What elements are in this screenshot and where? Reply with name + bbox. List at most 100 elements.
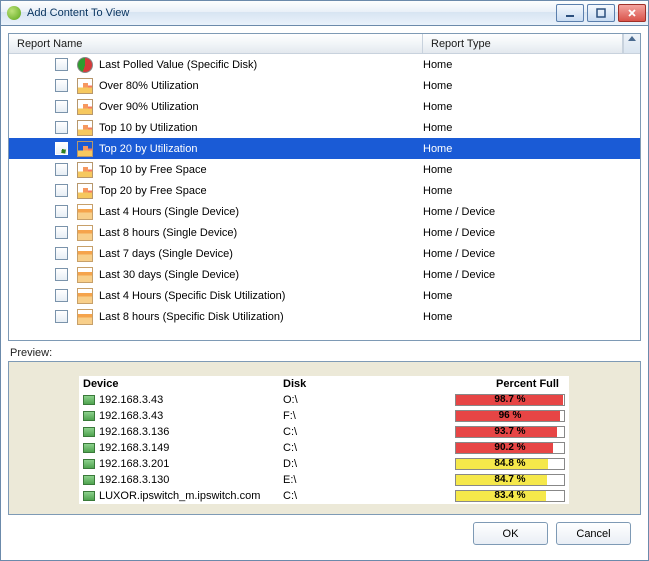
cancel-button[interactable]: Cancel <box>556 522 631 545</box>
list-row[interactable]: Last Polled Value (Specific Disk)Home <box>9 54 640 75</box>
preview-device: 192.168.3.43 <box>99 410 163 422</box>
preview-device: 192.168.3.201 <box>99 458 169 470</box>
list-row[interactable]: Over 90% UtilizationHome <box>9 96 640 117</box>
close-button[interactable] <box>618 4 646 22</box>
row-name: Top 20 by Utilization <box>99 143 423 155</box>
percent-label: 83.4 % <box>456 491 564 501</box>
pie-icon <box>77 57 93 73</box>
preview-device: 192.168.3.43 <box>99 394 163 406</box>
row-checkbox[interactable] <box>55 226 68 239</box>
row-checkbox[interactable] <box>55 184 68 197</box>
minimize-button[interactable] <box>556 4 584 22</box>
percent-bar: 83.4 % <box>455 490 565 502</box>
percent-bar: 84.7 % <box>455 474 565 486</box>
bar-icon <box>77 141 93 157</box>
dialog-window: Add Content To View Report Name Report T… <box>0 0 649 561</box>
row-name: Last 4 Hours (Single Device) <box>99 206 423 218</box>
device-icon <box>83 395 95 405</box>
list-row[interactable]: Top 20 by UtilizationHome <box>9 138 640 159</box>
percent-bar: 98.7 % <box>455 394 565 406</box>
maximize-button[interactable] <box>587 4 615 22</box>
device-icon <box>83 491 95 501</box>
column-header-type[interactable]: Report Type <box>423 34 623 53</box>
percent-bar: 90.2 % <box>455 442 565 454</box>
percent-label: 84.8 % <box>456 459 564 469</box>
device-icon <box>83 411 95 421</box>
preview-row: 192.168.3.43 F:\ 96 % <box>79 408 569 424</box>
percent-label: 98.7 % <box>456 395 564 405</box>
dialog-footer: OK Cancel <box>8 515 641 553</box>
titlebar[interactable]: Add Content To View <box>1 1 648 26</box>
row-checkbox[interactable] <box>55 310 68 323</box>
device-icon <box>83 443 95 453</box>
row-checkbox[interactable] <box>55 58 68 71</box>
preview-disk: F:\ <box>283 410 403 422</box>
row-type: Home <box>423 122 640 134</box>
area-icon <box>77 204 93 220</box>
chevron-up-icon[interactable] <box>628 36 636 41</box>
ok-button[interactable]: OK <box>473 522 548 545</box>
preview-row: 192.168.3.43O:\98.7 % <box>79 392 569 408</box>
row-type: Home <box>423 143 640 155</box>
percent-bar: 96 % <box>455 410 565 422</box>
row-name: Last 8 hours (Specific Disk Utilization) <box>99 311 423 323</box>
area-icon <box>77 267 93 283</box>
app-icon <box>7 6 21 20</box>
list-row[interactable]: Last 8 hours (Single Device)Home / Devic… <box>9 222 640 243</box>
list-row[interactable]: Last 30 days (Single Device)Home / Devic… <box>9 264 640 285</box>
scrollbar-header <box>623 34 640 53</box>
percent-label: 90.2 % <box>456 443 564 453</box>
row-name: Last 8 hours (Single Device) <box>99 227 423 239</box>
list-row[interactable]: Last 7 days (Single Device)Home / Device <box>9 243 640 264</box>
list-header: Report Name Report Type <box>9 34 640 54</box>
row-checkbox[interactable] <box>55 163 68 176</box>
percent-label: 93.7 % <box>456 427 564 437</box>
preview-device: 192.168.3.149 <box>99 442 169 454</box>
row-checkbox[interactable] <box>55 100 68 113</box>
percent-bar: 93.7 % <box>455 426 565 438</box>
preview-col-device: Device <box>83 378 283 390</box>
row-type: Home <box>423 311 640 323</box>
list-row[interactable]: Last 8 hours (Specific Disk Utilization)… <box>9 306 640 327</box>
row-name: Top 10 by Free Space <box>99 164 423 176</box>
row-type: Home <box>423 164 640 176</box>
row-name: Last Polled Value (Specific Disk) <box>99 59 423 71</box>
bar-icon <box>77 162 93 178</box>
list-row[interactable]: Last 4 Hours (Single Device)Home / Devic… <box>9 201 640 222</box>
row-name: Over 80% Utilization <box>99 80 423 92</box>
row-name: Last 4 Hours (Specific Disk Utilization) <box>99 290 423 302</box>
list-rows: Last Polled Value (Specific Disk)HomeOve… <box>9 54 640 340</box>
bar-icon <box>77 120 93 136</box>
preview-col-percent: Percent Full <box>403 378 565 390</box>
row-type: Home <box>423 101 640 113</box>
list-row[interactable]: Top 10 by Free SpaceHome <box>9 159 640 180</box>
row-checkbox[interactable] <box>55 121 68 134</box>
row-type: Home / Device <box>423 206 640 218</box>
preview-disk: E:\ <box>283 474 403 486</box>
list-row[interactable]: Last 4 Hours (Specific Disk Utilization)… <box>9 285 640 306</box>
row-checkbox[interactable] <box>55 289 68 302</box>
preview-col-disk: Disk <box>283 378 403 390</box>
preview-device: LUXOR.ipswitch_m.ipswitch.com <box>99 490 260 502</box>
percent-label: 84.7 % <box>456 475 564 485</box>
area-icon <box>77 309 93 325</box>
list-row[interactable]: Top 20 by Free SpaceHome <box>9 180 640 201</box>
row-checkbox[interactable] <box>55 79 68 92</box>
percent-bar: 84.8 % <box>455 458 565 470</box>
row-checkbox[interactable] <box>55 268 68 281</box>
row-checkbox[interactable] <box>55 247 68 260</box>
bar-icon <box>77 183 93 199</box>
bar-icon <box>77 99 93 115</box>
row-checkbox[interactable] <box>55 205 68 218</box>
row-type: Home <box>423 185 640 197</box>
area-icon <box>77 246 93 262</box>
preview-device: 192.168.3.130 <box>99 474 169 486</box>
column-header-name[interactable]: Report Name <box>9 34 423 53</box>
preview-row: 192.168.3.136C:\93.7 % <box>79 424 569 440</box>
list-row[interactable]: Top 10 by UtilizationHome <box>9 117 640 138</box>
preview-row: LUXOR.ipswitch_m.ipswitch.com C:\ 83.4 % <box>79 488 569 504</box>
preview-disk: C:\ <box>283 442 403 454</box>
preview-disk: C:\ <box>283 490 403 502</box>
row-checkbox[interactable] <box>55 142 68 155</box>
list-row[interactable]: Over 80% UtilizationHome <box>9 75 640 96</box>
